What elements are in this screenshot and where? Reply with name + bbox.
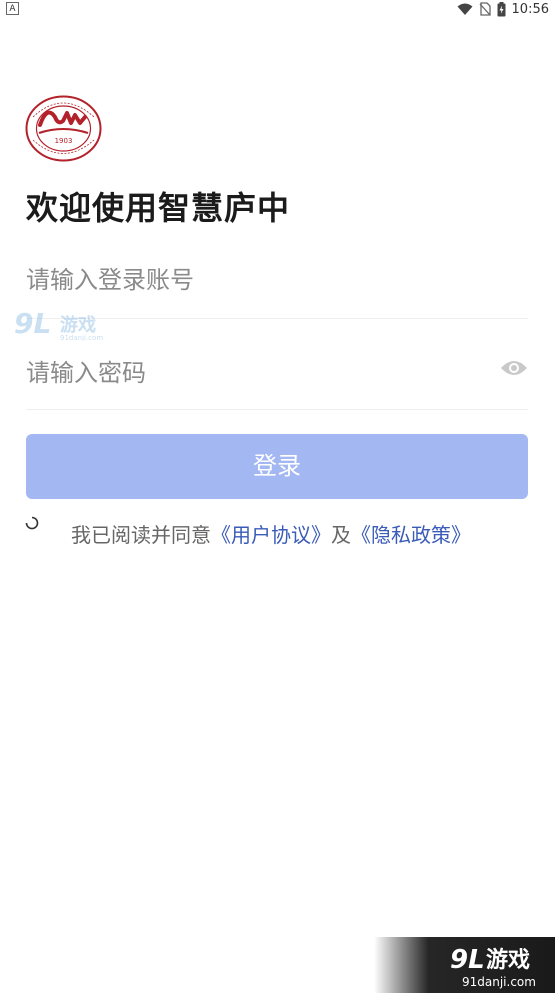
watermark-site: 91danji.com [462,975,536,989]
agree-radio-icon[interactable] [25,516,39,530]
page-title: 欢迎使用智慧庐中 [26,189,291,227]
watermark-brand-small: 9L [14,307,51,340]
status-icons: 10:56 [457,1,549,17]
watermark-logo-bottom: 9L 游戏 91danji.com [374,937,555,993]
agreement-text: 我已阅读并同意《用户协议》及《隐私政策》 [71,519,471,548]
agreement-connector: 及 [331,523,351,547]
logo-year: 1903 [55,137,73,145]
login-screen: A 10:56 1903 欢迎使用智慧庐中 请输入登录账号 9L 游戏 91da… [0,0,555,993]
watermark-site-small: 91danji.com [60,334,103,341]
watermark-brand: 9L [450,945,485,975]
password-field [26,345,528,410]
eye-icon[interactable] [500,357,528,379]
agreement-prefix: 我已阅读并同意 [71,523,211,547]
school-logo: 1903 [25,95,102,162]
watermark-text-small: 游戏 [60,314,96,336]
user-agreement-link[interactable]: 《用户协议》 [211,523,331,547]
status-bar: A 10:56 [0,0,555,18]
status-time: 10:56 [511,1,549,17]
notification-icon: A [6,2,19,15]
watermark-text: 游戏 [486,947,530,973]
login-button[interactable]: 登录 [26,434,528,499]
password-input[interactable] [26,353,476,393]
watermark-logo-small: 9L 游戏 91danji.com [14,307,103,341]
agreement-row: 我已阅读并同意《用户协议》及《隐私政策》 [0,516,555,550]
no-sim-icon [479,2,491,16]
battery-charging-icon [497,1,506,16]
account-input[interactable] [26,260,476,300]
wifi-icon [457,3,473,15]
privacy-policy-link[interactable]: 《隐私政策》 [351,523,471,547]
